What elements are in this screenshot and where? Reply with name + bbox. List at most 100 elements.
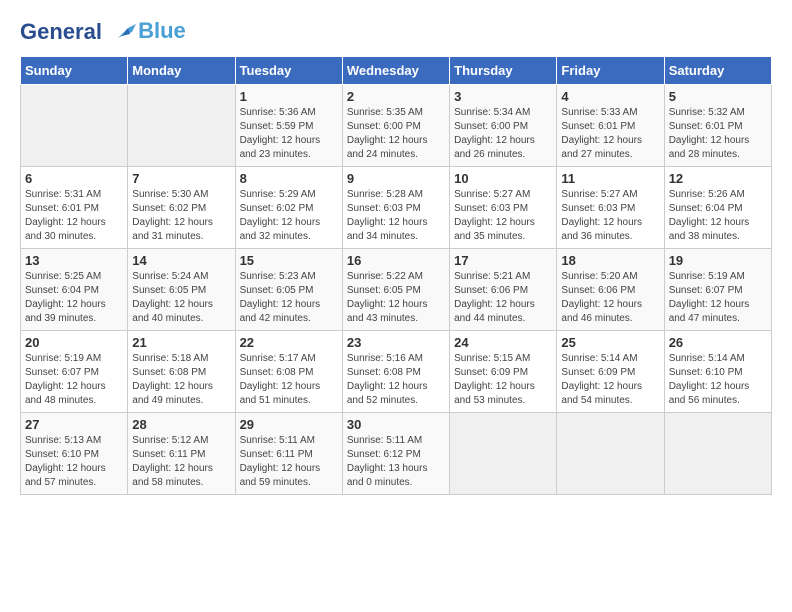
day-detail: Sunrise: 5:11 AMSunset: 6:11 PMDaylight:… — [240, 434, 338, 490]
day-detail: Sunrise: 5:21 AMSunset: 6:06 PMDaylight:… — [454, 270, 552, 326]
day-number: 10 — [454, 171, 552, 186]
day-detail: Sunrise: 5:11 AMSunset: 6:12 PMDaylight:… — [347, 434, 445, 490]
day-number: 15 — [240, 253, 338, 268]
day-detail: Sunrise: 5:12 AMSunset: 6:11 PMDaylight:… — [132, 434, 230, 490]
day-number: 2 — [347, 89, 445, 104]
day-detail: Sunrise: 5:26 AMSunset: 6:04 PMDaylight:… — [669, 188, 767, 244]
day-number: 21 — [132, 335, 230, 350]
day-number: 16 — [347, 253, 445, 268]
day-detail: Sunrise: 5:19 AMSunset: 6:07 PMDaylight:… — [669, 270, 767, 326]
calendar-cell: 17 Sunrise: 5:21 AMSunset: 6:06 PMDayligh… — [450, 249, 557, 331]
calendar-cell: 3Sunrise: 5:34 AMSunset: 6:00 PMDaylight… — [450, 85, 557, 167]
day-detail: Sunrise: 5:17 AMSunset: 6:08 PMDaylight:… — [240, 352, 338, 408]
calendar-cell: 10 Sunrise: 5:27 AMSunset: 6:03 PMDayligh… — [450, 167, 557, 249]
day-number: 30 — [347, 417, 445, 432]
day-detail: Sunrise: 5:16 AMSunset: 6:08 PMDaylight:… — [347, 352, 445, 408]
day-number: 19 — [669, 253, 767, 268]
calendar-cell: 12 Sunrise: 5:26 AMSunset: 6:04 PMDayligh… — [664, 167, 771, 249]
day-detail: Sunrise: 5:27 AMSunset: 6:03 PMDaylight:… — [561, 188, 659, 244]
day-number: 5 — [669, 89, 767, 104]
day-number: 18 — [561, 253, 659, 268]
day-detail: Sunrise: 5:22 AMSunset: 6:05 PMDaylight:… — [347, 270, 445, 326]
day-number: 6 — [25, 171, 123, 186]
calendar-cell — [557, 413, 664, 495]
day-number: 13 — [25, 253, 123, 268]
weekday-header: Thursday — [450, 57, 557, 85]
calendar-cell: 2 Sunrise: 5:35 AMSunset: 6:00 PMDaylight… — [342, 85, 449, 167]
day-detail: Sunrise: 5:27 AMSunset: 6:03 PMDaylight:… — [454, 188, 552, 244]
day-detail: Sunrise: 5:25 AMSunset: 6:04 PMDaylight:… — [25, 270, 123, 326]
calendar-cell: 14 Sunrise: 5:24 AMSunset: 6:05 PMDayligh… — [128, 249, 235, 331]
calendar-cell: 29Sunrise: 5:11 AMSunset: 6:11 PMDayligh… — [235, 413, 342, 495]
day-detail: Sunrise: 5:36 AMSunset: 5:59 PMDaylight:… — [240, 106, 338, 162]
day-number: 20 — [25, 335, 123, 350]
calendar-cell: 1 Sunrise: 5:36 AMSunset: 5:59 PMDaylight… — [235, 85, 342, 167]
day-detail: Sunrise: 5:14 AMSunset: 6:09 PMDaylight:… — [561, 352, 659, 408]
day-number: 17 — [454, 253, 552, 268]
page-header: General Blue — [20, 20, 772, 46]
calendar-cell: 7 Sunrise: 5:30 AMSunset: 6:02 PMDaylight… — [128, 167, 235, 249]
day-number: 25 — [561, 335, 659, 350]
day-detail: Sunrise: 5:35 AMSunset: 6:00 PMDaylight:… — [347, 106, 445, 162]
calendar-cell: 5 Sunrise: 5:32 AMSunset: 6:01 PMDaylight… — [664, 85, 771, 167]
day-number: 9 — [347, 171, 445, 186]
day-detail: Sunrise: 5:30 AMSunset: 6:02 PMDaylight:… — [132, 188, 230, 244]
weekday-header: Wednesday — [342, 57, 449, 85]
day-number: 3 — [454, 89, 552, 104]
calendar-cell: 26 Sunrise: 5:14 AMSunset: 6:10 PMDayligh… — [664, 331, 771, 413]
calendar-header: SundayMondayTuesdayWednesdayThursdayFrid… — [21, 57, 772, 85]
logo-line2: Blue — [138, 18, 186, 43]
calendar-cell: 28 Sunrise: 5:12 AMSunset: 6:11 PMDayligh… — [128, 413, 235, 495]
day-number: 12 — [669, 171, 767, 186]
day-detail: Sunrise: 5:13 AMSunset: 6:10 PMDaylight:… — [25, 434, 123, 490]
calendar-cell: 30 Sunrise: 5:11 AMSunset: 6:12 PMDayligh… — [342, 413, 449, 495]
calendar-cell: 23Sunrise: 5:16 AMSunset: 6:08 PMDayligh… — [342, 331, 449, 413]
day-number: 24 — [454, 335, 552, 350]
calendar-table: SundayMondayTuesdayWednesdayThursdayFrid… — [20, 56, 772, 495]
day-number: 11 — [561, 171, 659, 186]
day-detail: Sunrise: 5:18 AMSunset: 6:08 PMDaylight:… — [132, 352, 230, 408]
day-number: 7 — [132, 171, 230, 186]
day-detail: Sunrise: 5:29 AMSunset: 6:02 PMDaylight:… — [240, 188, 338, 244]
calendar-cell: 9 Sunrise: 5:28 AMSunset: 6:03 PMDaylight… — [342, 167, 449, 249]
day-number: 28 — [132, 417, 230, 432]
day-detail: Sunrise: 5:32 AMSunset: 6:01 PMDaylight:… — [669, 106, 767, 162]
calendar-cell: 21 Sunrise: 5:18 AMSunset: 6:08 PMDayligh… — [128, 331, 235, 413]
calendar-cell: 11 Sunrise: 5:27 AMSunset: 6:03 PMDayligh… — [557, 167, 664, 249]
weekday-header: Tuesday — [235, 57, 342, 85]
day-number: 22 — [240, 335, 338, 350]
calendar-cell — [664, 413, 771, 495]
day-detail: Sunrise: 5:28 AMSunset: 6:03 PMDaylight:… — [347, 188, 445, 244]
day-detail: Sunrise: 5:20 AMSunset: 6:06 PMDaylight:… — [561, 270, 659, 326]
day-number: 8 — [240, 171, 338, 186]
day-detail: Sunrise: 5:14 AMSunset: 6:10 PMDaylight:… — [669, 352, 767, 408]
day-number: 1 — [240, 89, 338, 104]
day-detail: Sunrise: 5:33 AMSunset: 6:01 PMDaylight:… — [561, 106, 659, 162]
day-number: 4 — [561, 89, 659, 104]
calendar-cell: 13 Sunrise: 5:25 AMSunset: 6:04 PMDayligh… — [21, 249, 128, 331]
day-detail: Sunrise: 5:24 AMSunset: 6:05 PMDaylight:… — [132, 270, 230, 326]
day-detail: Sunrise: 5:23 AMSunset: 6:05 PMDaylight:… — [240, 270, 338, 326]
calendar-cell: 6Sunrise: 5:31 AMSunset: 6:01 PMDaylight… — [21, 167, 128, 249]
calendar-cell: 8 Sunrise: 5:29 AMSunset: 6:02 PMDaylight… — [235, 167, 342, 249]
weekday-header: Saturday — [664, 57, 771, 85]
calendar-cell: 18 Sunrise: 5:20 AMSunset: 6:06 PMDayligh… — [557, 249, 664, 331]
calendar-cell — [21, 85, 128, 167]
day-number: 14 — [132, 253, 230, 268]
weekday-header: Sunday — [21, 57, 128, 85]
calendar-cell: 25 Sunrise: 5:14 AMSunset: 6:09 PMDayligh… — [557, 331, 664, 413]
calendar-cell — [128, 85, 235, 167]
calendar-cell: 16 Sunrise: 5:22 AMSunset: 6:05 PMDayligh… — [342, 249, 449, 331]
day-number: 26 — [669, 335, 767, 350]
calendar-cell: 27Sunrise: 5:13 AMSunset: 6:10 PMDayligh… — [21, 413, 128, 495]
weekday-header: Monday — [128, 57, 235, 85]
calendar-cell: 4 Sunrise: 5:33 AMSunset: 6:01 PMDaylight… — [557, 85, 664, 167]
calendar-cell: 19 Sunrise: 5:19 AMSunset: 6:07 PMDayligh… — [664, 249, 771, 331]
day-detail: Sunrise: 5:19 AMSunset: 6:07 PMDaylight:… — [25, 352, 123, 408]
calendar-cell: 20 Sunrise: 5:19 AMSunset: 6:07 PMDayligh… — [21, 331, 128, 413]
calendar-cell: 24Sunrise: 5:15 AMSunset: 6:09 PMDayligh… — [450, 331, 557, 413]
logo: General Blue — [20, 20, 186, 46]
logo-bird-icon — [110, 20, 136, 46]
calendar-cell: 22 Sunrise: 5:17 AMSunset: 6:08 PMDayligh… — [235, 331, 342, 413]
logo-line1: General — [20, 19, 102, 44]
